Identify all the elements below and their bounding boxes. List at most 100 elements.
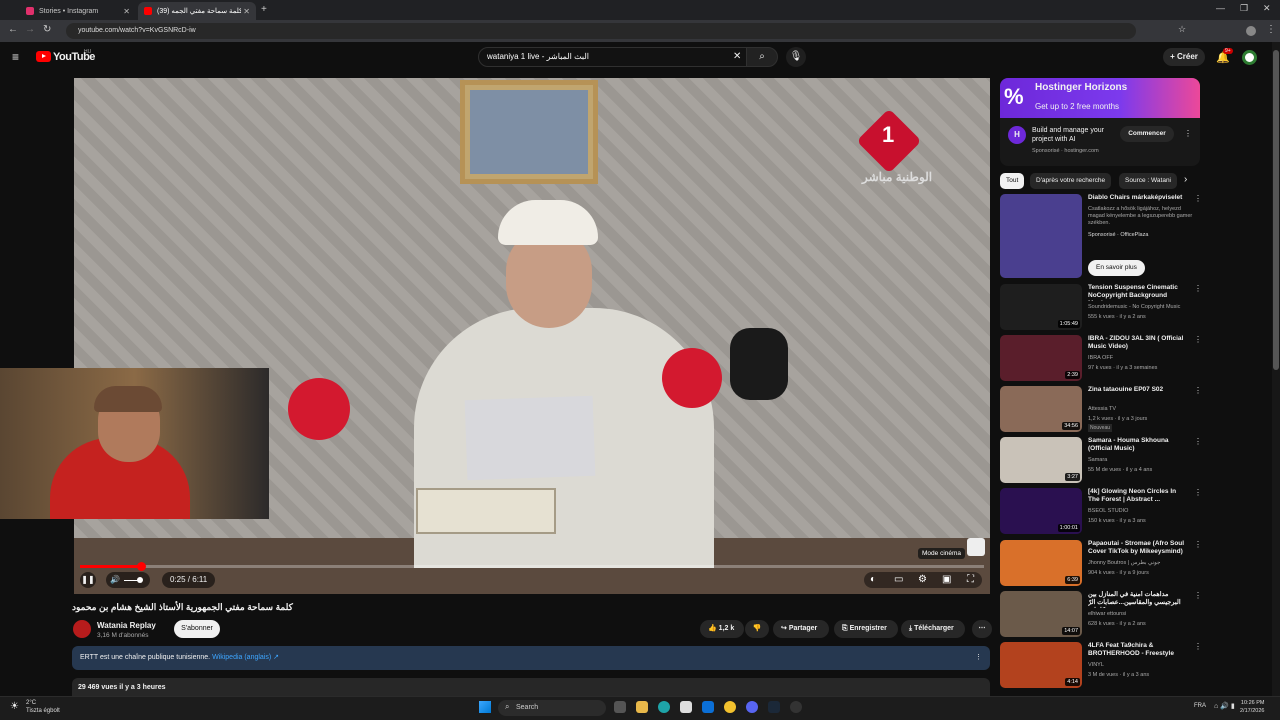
voice-search-icon[interactable]: 🎙 <box>786 47 806 67</box>
close-tab-icon[interactable]: ✕ <box>243 7 250 16</box>
youtube-logo-icon[interactable] <box>36 51 51 62</box>
recommendation-item[interactable]: 14:07 مداهمات أمنية في المنازل بين البرجي… <box>1000 591 1202 637</box>
recommendation-menu-icon[interactable]: ⋮ <box>1194 335 1202 344</box>
more-actions-button[interactable]: ⋯ <box>972 620 992 638</box>
recommendation-item[interactable]: 1:05:49 Tension Suspense Cinematic NoCopy… <box>1000 284 1202 330</box>
share-button[interactable]: ↪ Partager <box>773 620 829 638</box>
sponsored-ad[interactable]: % Hostinger Horizons Get up to 2 free mo… <box>1000 78 1200 166</box>
recommendation-menu-icon[interactable]: ⋮ <box>1194 591 1202 600</box>
video-thumbnail[interactable]: 1:00:01 <box>1000 488 1082 534</box>
system-clock[interactable]: 10:26 PM 2/17/2026 <box>1240 699 1264 715</box>
language-indicator[interactable]: FRA <box>1194 703 1206 709</box>
recommendation-menu-icon[interactable]: ⋮ <box>1194 642 1202 651</box>
volume-knob[interactable] <box>137 577 143 583</box>
network-volume-icons[interactable]: ⌂ 🔊 ▮ <box>1214 702 1235 710</box>
video-thumbnail[interactable] <box>1000 194 1082 278</box>
chip-all[interactable]: Tout <box>1000 173 1025 189</box>
recommendation-item[interactable]: 3:27 Samara - Houma Skhouna (Official Mus… <box>1000 437 1202 483</box>
ad-menu-icon[interactable]: ⋮ <box>1184 129 1192 138</box>
volume-slider[interactable] <box>124 580 138 581</box>
account-avatar[interactable] <box>1242 50 1257 65</box>
save-button[interactable]: ⎘ Enregistrer <box>834 620 898 638</box>
create-button[interactable]: + Créer <box>1163 48 1205 66</box>
bookmark-star-icon[interactable]: ☆ <box>1178 24 1186 35</box>
taskbar-search[interactable]: Search <box>498 700 606 716</box>
hamburger-menu-icon[interactable]: ≡ <box>12 50 19 64</box>
maximize-button[interactable]: ❐ <box>1240 3 1248 14</box>
close-window-button[interactable]: ✕ <box>1263 3 1271 14</box>
subtitles-icon[interactable]: ▭ <box>894 574 903 585</box>
wikipedia-link[interactable]: Wikipedia (anglais) ↗ <box>212 654 279 661</box>
branding-watermark-icon[interactable] <box>967 538 985 556</box>
dislike-button[interactable]: 👎 <box>745 620 769 638</box>
channel-name[interactable]: Watania Replay <box>97 621 156 630</box>
recommendation-title[interactable]: Tension Suspense Cinematic NoCopyright B… <box>1088 284 1188 301</box>
progress-scrubber[interactable] <box>137 562 146 571</box>
recommendation-menu-icon[interactable]: ⋮ <box>1194 540 1202 549</box>
obs-icon[interactable] <box>790 701 802 713</box>
progress-bar[interactable] <box>80 565 984 568</box>
info-menu-icon[interactable]: ⋮ <box>975 646 982 670</box>
profile-avatar[interactable] <box>1246 26 1256 36</box>
scrollbar-thumb[interactable] <box>1273 50 1279 370</box>
search-input[interactable]: wataniya 1 live - البث المباشر <box>478 47 748 67</box>
recommendation-title[interactable]: [4k] Glowing Neon Circles In The Forest … <box>1088 488 1188 504</box>
video-thumbnail[interactable]: 4:14 <box>1000 642 1082 688</box>
store-icon[interactable] <box>680 701 692 713</box>
theater-mode-icon[interactable]: ▣ <box>942 574 951 585</box>
reload-icon[interactable]: ↻ <box>43 24 51 35</box>
recommendation-title[interactable]: IBRA - ZIDOU 3AL 3IN ( Official Music Vi… <box>1088 335 1188 351</box>
recommendation-item[interactable]: 2:39 IBRA - ZIDOU 3AL 3IN ( Official Musi… <box>1000 335 1202 381</box>
weather-widget[interactable]: 2°C Tiszta égbolt <box>26 699 60 715</box>
chip-from-search[interactable]: D'après votre recherche <box>1030 173 1112 189</box>
video-thumbnail[interactable]: 6:39 <box>1000 540 1082 586</box>
search-button[interactable]: ⌕ <box>746 47 778 67</box>
subscribe-button[interactable]: S'abonner <box>174 620 220 638</box>
recommendation-item[interactable]: 34:56 Zina tataouine EP07 S02 Attessia TV 1… <box>1000 386 1202 432</box>
recommendation-menu-icon[interactable]: ⋮ <box>1194 284 1202 293</box>
video-thumbnail[interactable]: 2:39 <box>1000 335 1082 381</box>
channel-avatar[interactable] <box>73 620 91 638</box>
recommendation-title[interactable]: 4LFA Feat Ta9chira & BROTHERHOOD - Frees… <box>1088 642 1188 658</box>
video-thumbnail[interactable]: 34:56 <box>1000 386 1082 432</box>
chevron-right-icon[interactable]: › <box>1184 174 1187 185</box>
recommendation-title[interactable]: Samara - Houma Skhouna (Official Music) <box>1088 437 1188 453</box>
recommendation-item[interactable]: 6:39 Papaoutai - Stromae (Afro Soul Cover… <box>1000 540 1202 586</box>
clear-search-icon[interactable]: ✕ <box>733 51 741 62</box>
download-button[interactable]: ⤓ Télécharger <box>901 620 965 638</box>
edge-icon[interactable] <box>658 701 670 713</box>
file-explorer-icon[interactable] <box>636 701 648 713</box>
back-icon[interactable]: ← <box>8 24 18 35</box>
recommendation-menu-icon[interactable]: ⋮ <box>1194 386 1202 395</box>
discord-icon[interactable] <box>746 701 758 713</box>
windows-start-icon[interactable] <box>479 701 491 713</box>
recommendation-title[interactable]: مداهمات أمنية في المنازل بين البرجيسي وا… <box>1088 591 1188 608</box>
video-thumbnail[interactable]: 3:27 <box>1000 437 1082 483</box>
autoplay-toggle-icon[interactable]: ◐ <box>870 574 876 585</box>
recommendation-item[interactable]: 1:00:01 [4k] Glowing Neon Circles In The … <box>1000 488 1202 534</box>
learn-more-button[interactable]: En savoir plus <box>1088 260 1145 276</box>
steam-icon[interactable] <box>768 701 780 713</box>
recommendation-item[interactable]: 4:14 4LFA Feat Ta9chira & BROTHERHOOD - F… <box>1000 642 1202 688</box>
close-tab-icon[interactable]: ✕ <box>123 7 130 16</box>
ad-cta-button[interactable]: Commencer <box>1120 126 1174 142</box>
tab-youtube[interactable]: كلمة سماحة مفتي الجمه (39) ✕ <box>138 2 256 20</box>
new-tab-button[interactable]: + <box>261 4 267 15</box>
recommendation-menu-icon[interactable]: ⋮ <box>1194 437 1202 446</box>
browser-menu-icon[interactable]: ⋮ <box>1266 24 1276 35</box>
like-button[interactable]: 👍 1,2 k <box>700 620 744 638</box>
recommendation-title[interactable]: Papaoutai - Stromae (Afro Soul Cover Tik… <box>1088 540 1188 556</box>
minimize-button[interactable]: — <box>1216 3 1225 13</box>
recommendation-menu-icon[interactable]: ⋮ <box>1194 488 1202 497</box>
recommendation-title[interactable]: Diablo Chairs márkaképviselet <box>1088 194 1188 202</box>
mail-icon[interactable] <box>702 701 714 713</box>
forward-icon[interactable]: → <box>25 24 35 35</box>
chrome-icon[interactable] <box>724 701 736 713</box>
video-thumbnail[interactable]: 1:05:49 <box>1000 284 1082 330</box>
task-view-icon[interactable] <box>614 701 626 713</box>
chip-source[interactable]: Source : Watani <box>1119 173 1177 189</box>
weather-icon[interactable]: ☀ <box>10 701 19 712</box>
url-field[interactable]: youtube.com/watch?v=KvGSNRcD-iw <box>66 23 1136 39</box>
video-thumbnail[interactable]: 14:07 <box>1000 591 1082 637</box>
tab-instagram[interactable]: Stories • Instagram ✕ <box>20 2 136 20</box>
